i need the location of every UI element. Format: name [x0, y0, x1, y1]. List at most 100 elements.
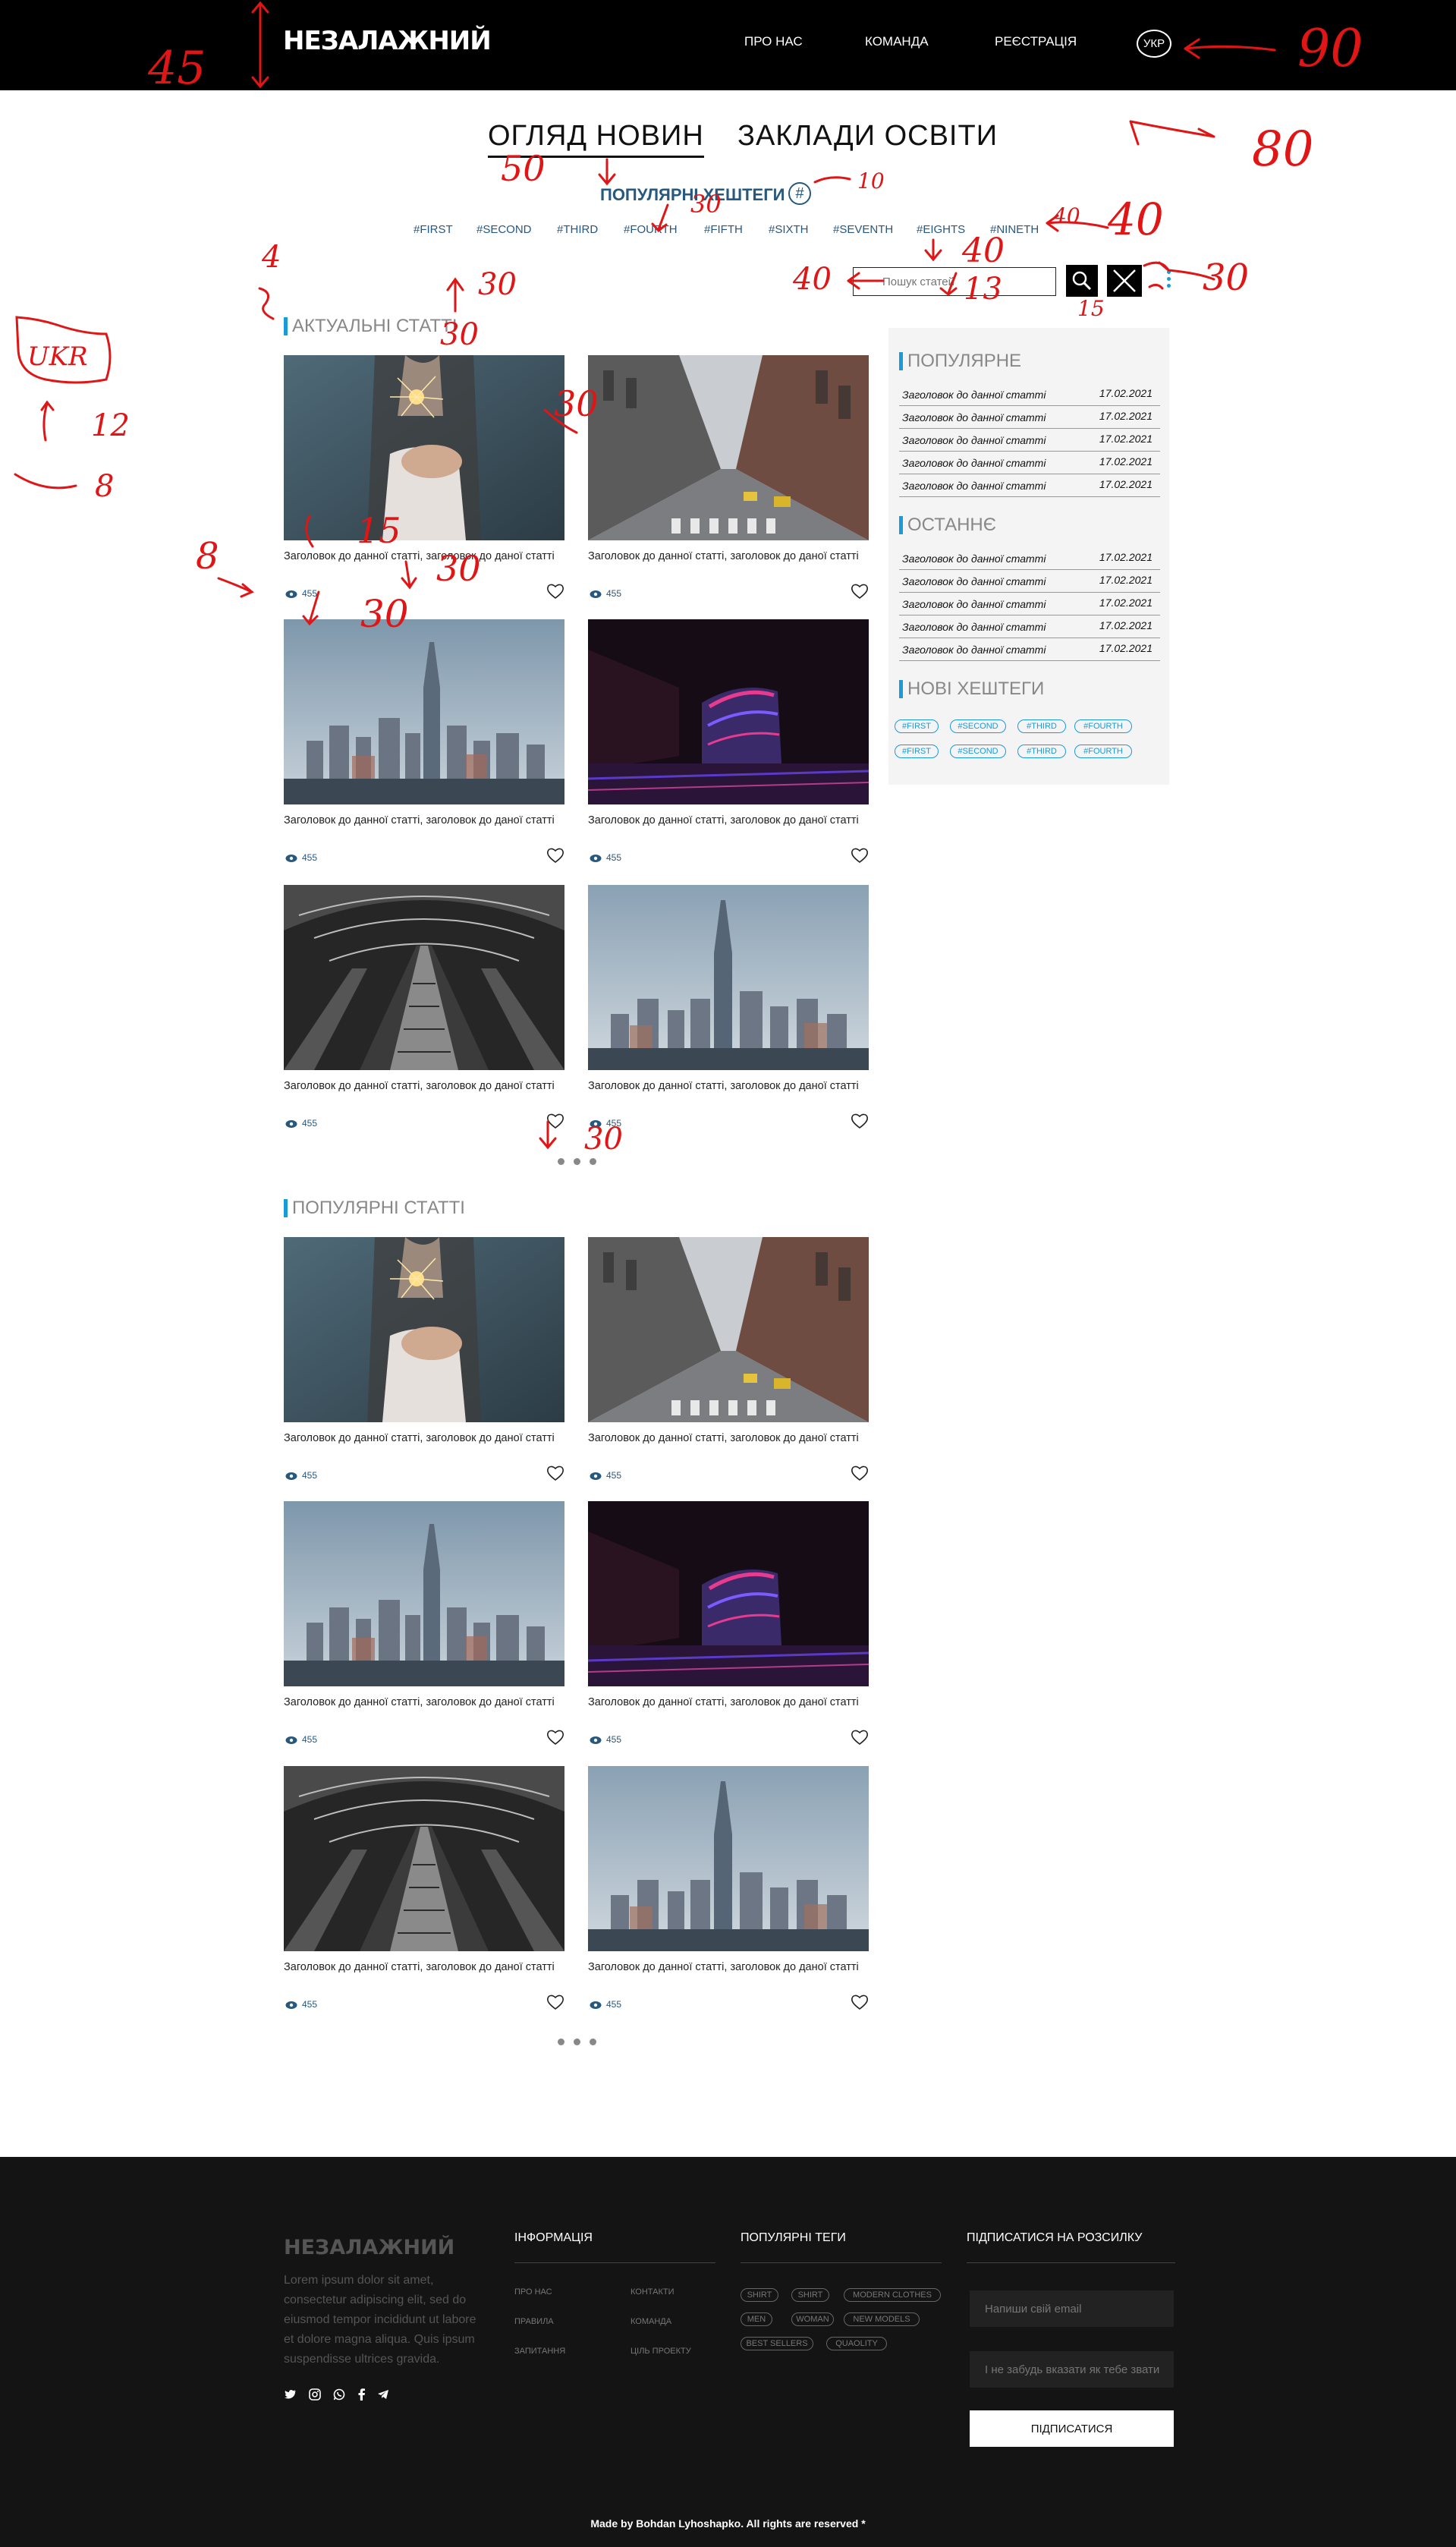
article-card[interactable]: Заголовок до данної статті, заголовок до… [588, 1237, 869, 1495]
article-image[interactable] [284, 1501, 564, 1686]
pagination-dots[interactable] [558, 1155, 605, 1169]
sidebar-article-title[interactable]: Заголовок до данної статті [902, 621, 1046, 633]
heart-icon[interactable] [851, 1465, 869, 1481]
article-title[interactable]: Заголовок до данної статті, заголовок до… [284, 814, 572, 826]
sidebar-article-title[interactable]: Заголовок до данної статті [902, 644, 1046, 656]
sidebar-article-title[interactable]: Заголовок до данної статті [902, 411, 1046, 423]
article-title[interactable]: Заголовок до данної статті, заголовок до… [588, 1961, 876, 1973]
sidebar-tag[interactable]: #THIRD [1017, 745, 1066, 758]
heart-icon[interactable] [851, 1729, 869, 1746]
footer-link-faq[interactable]: ЗАПИТАННЯ [514, 2347, 565, 2356]
footer-tag[interactable]: WOMAN [791, 2312, 834, 2326]
sidebar-tag[interactable]: #SECOND [950, 719, 1006, 733]
article-title[interactable]: Заголовок до данної статті, заголовок до… [284, 1696, 572, 1708]
footer-logo[interactable]: НЕЗАЛАЖНИЙ [284, 2236, 454, 2259]
article-image[interactable] [284, 1766, 564, 1951]
sidebar-tag[interactable]: #FOURTH [1074, 719, 1132, 733]
article-image[interactable] [284, 355, 564, 540]
sidebar-article-title[interactable]: Заголовок до данної статті [902, 553, 1046, 565]
footer-link-team[interactable]: КОМАНДА [631, 2317, 671, 2326]
whatsapp-icon[interactable] [332, 2388, 346, 2401]
article-card[interactable]: Заголовок до данної статті, заголовок до… [284, 355, 564, 613]
footer-tag[interactable]: NEW MODELS [844, 2312, 920, 2326]
article-card[interactable]: Заголовок до данної статті, заголовок до… [588, 1766, 869, 2024]
article-image[interactable] [588, 1237, 869, 1422]
article-title[interactable]: Заголовок до данної статті, заголовок до… [284, 1432, 572, 1444]
sidebar-article-row[interactable]: Заголовок до данної статті 17.02.2021 [899, 384, 1160, 406]
article-title[interactable]: Заголовок до данної статті, заголовок до… [588, 1080, 876, 1092]
article-title[interactable]: Заголовок до данної статті, заголовок до… [284, 1961, 572, 1973]
article-image[interactable] [588, 355, 869, 540]
more-options-icon[interactable] [1167, 270, 1171, 291]
article-image[interactable] [588, 885, 869, 1070]
close-search-button[interactable] [1107, 265, 1142, 297]
facebook-icon[interactable] [355, 2388, 369, 2401]
heart-icon[interactable] [546, 583, 564, 600]
hashtag-link[interactable]: #SECOND [476, 223, 532, 236]
sidebar-article-title[interactable]: Заголовок до данної статті [902, 575, 1046, 587]
hashtag-link[interactable]: #SIXTH [769, 223, 809, 236]
heart-icon[interactable] [851, 1113, 869, 1129]
hashtag-link[interactable]: #THIRD [557, 223, 598, 236]
sidebar-tag[interactable]: #FOURTH [1074, 745, 1132, 758]
sidebar-article-title[interactable]: Заголовок до данної статті [902, 389, 1046, 401]
footer-link-contacts[interactable]: КОНТАКТИ [631, 2287, 675, 2297]
tab-educational-institutions[interactable]: ЗАКЛАДИ ОСВІТИ [737, 120, 998, 153]
pagination-dots[interactable] [558, 2035, 605, 2049]
heart-icon[interactable] [546, 1729, 564, 1746]
search-button[interactable] [1066, 265, 1098, 297]
footer-tag[interactable]: MODERN CLOTHES [844, 2288, 941, 2302]
sidebar-article-row[interactable]: Заголовок до данної статті 17.02.2021 [899, 475, 1160, 497]
article-image[interactable] [284, 885, 564, 1070]
heart-icon[interactable] [546, 1465, 564, 1481]
sidebar-article-row[interactable]: Заголовок до данної статті 17.02.2021 [899, 593, 1160, 615]
article-card[interactable]: Заголовок до данної статті, заголовок до… [284, 1237, 564, 1495]
hashtag-link[interactable]: #FOURTH [624, 223, 678, 236]
heart-icon[interactable] [546, 1113, 564, 1129]
telegram-icon[interactable] [376, 2388, 390, 2401]
footer-tag[interactable]: SHIRT [741, 2288, 778, 2302]
search-input[interactable] [853, 267, 1056, 296]
sidebar-article-row[interactable]: Заголовок до данної статті 17.02.2021 [899, 430, 1160, 452]
sidebar-article-row[interactable]: Заголовок до данної статті 17.02.2021 [899, 452, 1160, 474]
article-card[interactable]: Заголовок до данної статті, заголовок до… [284, 1501, 564, 1759]
article-card[interactable]: Заголовок до данної статті, заголовок до… [284, 1766, 564, 2024]
article-card[interactable]: Заголовок до данної статті, заголовок до… [588, 885, 869, 1143]
article-card[interactable]: Заголовок до данної статті, заголовок до… [588, 355, 869, 613]
heart-icon[interactable] [546, 847, 564, 864]
nav-link-team[interactable]: КОМАНДА [865, 34, 929, 49]
site-logo[interactable]: НЕЗАЛАЖНИЙ [283, 26, 492, 56]
article-card[interactable]: Заголовок до данної статті, заголовок до… [588, 619, 869, 877]
article-title[interactable]: Заголовок до данної статті, заголовок до… [588, 814, 876, 826]
name-field[interactable] [970, 2351, 1174, 2388]
sidebar-article-row[interactable]: Заголовок до данної статті 17.02.2021 [899, 616, 1160, 638]
article-card[interactable]: Заголовок до данної статті, заголовок до… [588, 1501, 869, 1759]
article-title[interactable]: Заголовок до данної статті, заголовок до… [588, 550, 876, 562]
article-card[interactable]: Заголовок до данної статті, заголовок до… [284, 885, 564, 1143]
twitter-icon[interactable] [284, 2388, 297, 2401]
hashtag-link[interactable]: #SEVENTH [833, 223, 893, 236]
sidebar-article-title[interactable]: Заголовок до данної статті [902, 598, 1046, 610]
footer-tag[interactable]: QUAOLITY [826, 2337, 887, 2350]
nav-link-about[interactable]: ПРО НАС [744, 34, 803, 49]
sidebar-tag[interactable]: #SECOND [950, 745, 1006, 758]
sidebar-tag[interactable]: #FIRST [895, 719, 939, 733]
sidebar-article-row[interactable]: Заголовок до данної статті 17.02.2021 [899, 407, 1160, 429]
footer-link-about[interactable]: ПРО НАС [514, 2287, 552, 2297]
article-card[interactable]: Заголовок до данної статті, заголовок до… [284, 619, 564, 877]
article-image[interactable] [588, 1501, 869, 1686]
article-image[interactable] [588, 619, 869, 804]
sidebar-tag[interactable]: #THIRD [1017, 719, 1066, 733]
sidebar-article-title[interactable]: Заголовок до данної статті [902, 457, 1046, 469]
footer-link-rules[interactable]: ПРАВИЛА [514, 2317, 554, 2326]
sidebar-article-row[interactable]: Заголовок до данної статті 17.02.2021 [899, 639, 1160, 661]
article-image[interactable] [284, 619, 564, 804]
footer-tag[interactable]: MEN [741, 2312, 772, 2326]
article-image[interactable] [284, 1237, 564, 1422]
sidebar-article-title[interactable]: Заголовок до данної статті [902, 480, 1046, 492]
footer-tag[interactable]: SHIRT [791, 2288, 829, 2302]
article-title[interactable]: Заголовок до данної статті, заголовок до… [284, 550, 572, 562]
sidebar-article-row[interactable]: Заголовок до данної статті 17.02.2021 [899, 571, 1160, 593]
heart-icon[interactable] [851, 1994, 869, 2010]
nav-link-register[interactable]: РЕЄСТРАЦІЯ [995, 34, 1077, 49]
